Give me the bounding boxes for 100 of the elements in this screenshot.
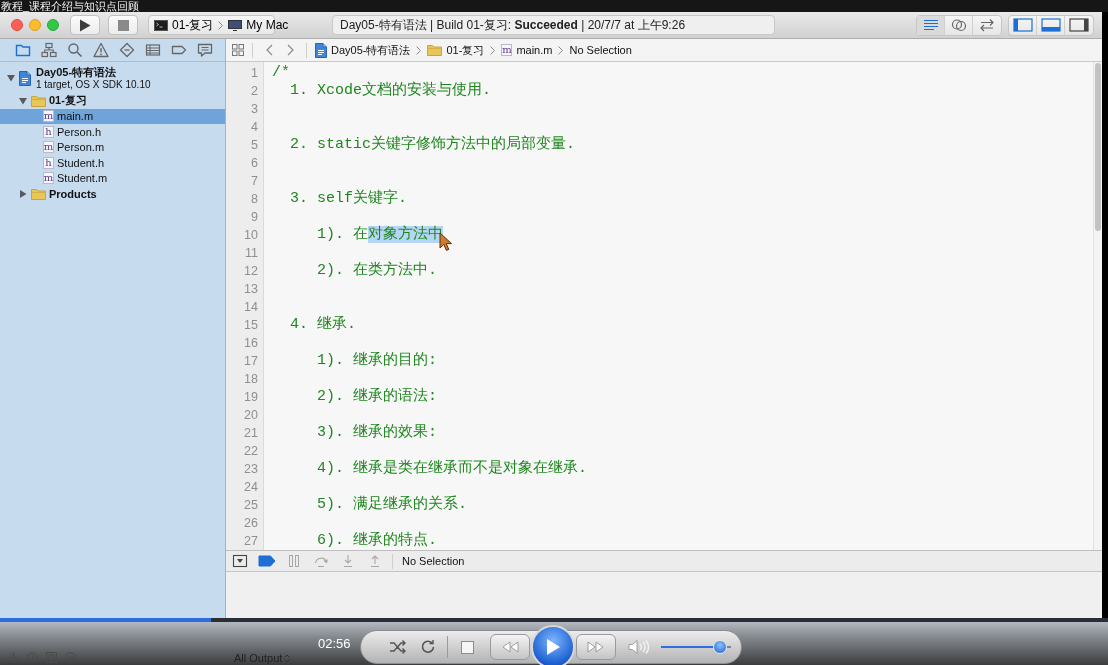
file-icon: h [43,156,54,169]
folder-icon [31,187,46,200]
code-line: 4. 继承. [289,316,356,334]
symbol-navigator-tab[interactable] [40,41,58,59]
right-panel-icon [1069,18,1089,32]
file-item[interactable]: h Person.h [0,124,225,140]
close-button[interactable] [11,19,23,31]
file-icon: m [43,141,54,154]
code-line: /* [272,64,290,82]
code-line: 2). 继承的语法: [316,388,437,406]
line-number: 4 [250,120,258,134]
scrollbar-thumb[interactable] [1095,63,1101,231]
line-number: 27 [243,534,258,548]
code-line: 4). 继承是类在继承而不是对象在继承. [316,460,587,478]
document-icon [315,42,327,58]
grid-box-icon [46,652,57,663]
code-line: 2). 在类方法中. [316,262,437,280]
file-item[interactable]: h Student.h [0,155,225,171]
repeat-icon [420,639,436,655]
progress-bar[interactable] [0,618,1108,622]
list-icon [145,42,161,58]
play-icon [545,638,561,656]
hide-debug-area-button[interactable] [230,552,250,570]
code-line: 3). 继承的效果: [316,424,437,442]
hierarchy-icon [41,42,57,58]
file-item[interactable]: m main.m [0,108,225,124]
play-icon [79,18,91,32]
stop-icon [460,640,474,654]
debug-navigator-tab[interactable] [144,41,162,59]
folder-icon [15,42,31,58]
add-icon [8,652,19,663]
rewind-icon [500,641,520,653]
line-number: 9 [250,210,258,224]
volume-thumb[interactable] [712,640,727,654]
run-button[interactable] [70,15,100,35]
file-item[interactable]: m Person.m [0,139,225,155]
line-number: 19 [243,390,258,404]
test-navigator-tab[interactable] [118,41,136,59]
breadcrumb-item[interactable]: m main.m [501,44,553,56]
related-items-button[interactable] [232,44,244,56]
code-line: 3. self关键字. [289,190,407,208]
line-number: 21 [243,426,258,440]
folder-item[interactable]: Products [0,186,225,202]
stop-button[interactable] [108,15,138,35]
line-number: 20 [243,408,258,422]
play-button[interactable] [531,625,575,665]
breadcrumb-item[interactable]: 01-复习 [427,42,485,58]
left-panel-icon [1012,18,1033,32]
speaker-icon [628,639,650,655]
chevron-left-icon [265,44,273,56]
report-navigator-tab[interactable] [196,41,214,59]
line-number: 14 [243,300,258,314]
warning-icon [93,42,109,58]
swap-arrows-icon [978,18,996,32]
chevron-right-icon [286,44,294,56]
fast-forward-icon [586,641,606,653]
grid-icon [232,44,244,56]
line-number: 17 [243,354,258,368]
variables-status: No Selection [402,555,465,567]
line-number: 23 [243,462,258,476]
line-number: 11 [244,246,258,260]
standard-editor-button[interactable] [917,15,945,35]
file-icon: m [43,172,54,185]
shuffle-icon [389,639,407,655]
file-icon: m [501,44,513,56]
project-item[interactable]: Day05-特有语法 1 target, OS X SDK 10.10 [0,63,225,93]
line-number: 13 [243,282,258,296]
chevron-icon [558,45,564,55]
line-number: 24 [243,480,258,494]
file-icon: h [43,125,54,138]
lines-icon [921,18,940,32]
panel-down-icon [232,554,248,568]
destination-button[interactable]: My Mac [228,18,289,32]
zoom-button[interactable] [47,19,59,31]
line-number: 5 [250,138,258,152]
terminal-icon [154,19,168,31]
find-navigator-tab[interactable] [66,41,84,59]
breadcrumb-item[interactable]: No Selection [569,44,632,56]
file-item[interactable]: m Student.m [0,170,225,186]
line-number: 18 [243,372,258,386]
project-subtitle: 1 target, OS X SDK 10.10 [36,78,151,91]
updown-chevron-icon [284,653,291,663]
issue-navigator-tab[interactable] [92,41,110,59]
fast-forward-button[interactable] [576,634,616,660]
folder-item[interactable]: 01-复习 [0,93,225,109]
monitor-icon [228,19,243,31]
mouse-pointer-icon [439,231,452,251]
speech-bubble-icon [197,42,213,58]
line-number: 15 [243,318,258,332]
rewind-button[interactable] [490,634,530,660]
line-number: 22 [243,444,258,458]
line-number: 26 [243,516,258,530]
line-number: 7 [250,174,258,188]
scheme-button[interactable]: 01-复习 [154,16,214,34]
line-number: 16 [243,336,258,350]
breadcrumb-item[interactable]: Day05-特有语法 [315,42,411,58]
search-icon [67,42,83,58]
bottom-panel-icon [1040,18,1061,32]
line-number: 8 [250,192,258,206]
playback-time: 02:56 [318,636,352,651]
